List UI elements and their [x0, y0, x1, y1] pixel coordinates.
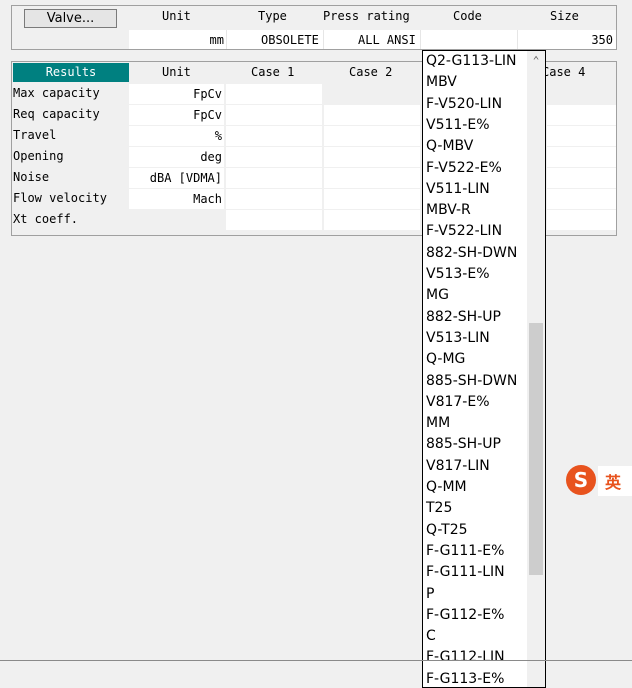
row-label: Req capacity [13, 107, 100, 121]
dropdown-option[interactable]: P [426, 584, 434, 605]
row-unit: Mach [129, 189, 224, 209]
row-unit: FpCv [129, 84, 224, 104]
case4-cell[interactable] [547, 168, 616, 188]
case2-cell[interactable] [324, 168, 420, 188]
scrollbar-thumb[interactable] [529, 323, 543, 575]
header-size: Size [550, 9, 579, 23]
valve-value-row: mm OBSOLETE ALL ANSI 350 [129, 30, 616, 49]
case2-cell[interactable] [324, 147, 420, 167]
value-size[interactable]: 350 [591, 33, 613, 47]
dropdown-option[interactable]: V817-E% [426, 392, 490, 413]
case1-cell[interactable] [226, 189, 322, 209]
dropdown-option[interactable]: 885-SH-DWN [426, 371, 517, 392]
header-unit: Unit [162, 9, 191, 23]
dropdown-option[interactable]: V511-E% [426, 115, 490, 136]
header-code: Code [453, 9, 482, 23]
dropdown-option[interactable]: Q-MM [426, 477, 467, 498]
header-type: Type [258, 9, 287, 23]
dropdown-option[interactable]: Q-MBV [426, 136, 473, 157]
chevron-up-icon[interactable]: ⌃ [527, 53, 545, 69]
row-label: Flow velocity [13, 191, 107, 205]
status-divider [0, 660, 632, 661]
dropdown-scrollbar[interactable]: ⌃ [527, 51, 545, 687]
case2-cell[interactable] [324, 189, 420, 209]
case2-cell[interactable] [324, 126, 420, 146]
dropdown-option[interactable]: F-G111-LIN [426, 562, 505, 583]
row-unit: % [129, 126, 224, 146]
dropdown-option[interactable]: T25 [426, 498, 452, 519]
dropdown-option[interactable]: F-V520-LIN [426, 94, 502, 115]
case1-cell[interactable] [226, 105, 322, 125]
dropdown-option[interactable]: MM [426, 413, 450, 434]
row-label: Xt coeff. [13, 212, 79, 226]
value-press-rating[interactable]: ALL ANSI [358, 33, 416, 47]
valve-button[interactable]: Valve... [24, 9, 117, 28]
row-label: Opening [13, 149, 64, 163]
dropdown-option[interactable]: V817-LIN [426, 456, 490, 477]
dropdown-option[interactable]: Q-MG [426, 349, 465, 370]
case1-cell[interactable] [226, 168, 322, 188]
case2-cell[interactable] [324, 105, 420, 125]
col-case2: Case 2 [349, 65, 393, 79]
dropdown-option[interactable]: 882-SH-UP [426, 307, 501, 328]
col-unit: Unit [162, 65, 191, 79]
dropdown-option[interactable]: F-V522-E% [426, 158, 502, 179]
case4-cell[interactable] [547, 147, 616, 167]
dropdown-option[interactable]: Q-T25 [426, 520, 468, 541]
valve-panel: Valve... Unit Type Press rating Code Siz… [11, 5, 617, 50]
row-label: Travel [13, 128, 57, 142]
value-unit[interactable]: mm [210, 33, 224, 47]
row-unit: dBA [VDMA] [129, 168, 224, 188]
case4-cell[interactable] [547, 126, 616, 146]
dropdown-option[interactable]: 885-SH-UP [426, 434, 501, 455]
row-unit: FpCv [129, 105, 224, 125]
dropdown-option[interactable]: MBV-R [426, 200, 471, 221]
case4-cell[interactable] [547, 189, 616, 209]
code-dropdown-list[interactable]: Q2-G113-LIN MBV F-V520-LIN V511-E% Q-MBV F-V5… [422, 50, 546, 688]
ime-language-label[interactable]: 英 [605, 469, 621, 493]
case4-cell[interactable] [547, 210, 616, 230]
dropdown-option[interactable]: F-G112-LIN [426, 647, 505, 668]
case1-cell[interactable] [226, 126, 322, 146]
col-case4: Case 4 [542, 65, 586, 79]
header-press-rating: Press rating [323, 9, 410, 23]
dropdown-option[interactable]: 882-SH-DWN [426, 243, 517, 264]
results-header[interactable]: Results [13, 63, 129, 82]
dropdown-option[interactable]: V511-LIN [426, 179, 490, 200]
case4-cell[interactable] [547, 105, 616, 125]
dropdown-option[interactable]: V513-LIN [426, 328, 490, 349]
dropdown-option[interactable]: F-V522-LIN [426, 221, 502, 242]
row-label: Noise [13, 170, 50, 184]
dropdown-option[interactable]: F-G113-E% [426, 669, 504, 687]
dropdown-option[interactable]: F-G112-E% [426, 605, 504, 626]
case1-cell[interactable] [226, 147, 322, 167]
col-case1: Case 1 [251, 65, 295, 79]
row-label: Max capacity [13, 86, 100, 100]
value-type[interactable]: OBSOLETE [261, 33, 319, 47]
dropdown-option[interactable]: C [426, 626, 436, 647]
dropdown-option[interactable]: MG [426, 285, 449, 306]
dropdown-option[interactable]: MBV [426, 72, 457, 93]
case2-cell[interactable] [324, 210, 420, 230]
row-unit: deg [129, 147, 224, 167]
case1-cell[interactable] [226, 84, 322, 104]
case1-cell[interactable] [226, 210, 322, 230]
dropdown-option[interactable]: Q2-G113-LIN [426, 51, 517, 72]
dropdown-option[interactable]: V513-E% [426, 264, 490, 285]
sogou-s-icon[interactable]: S [566, 465, 596, 495]
dropdown-option[interactable]: F-G111-E% [426, 541, 504, 562]
